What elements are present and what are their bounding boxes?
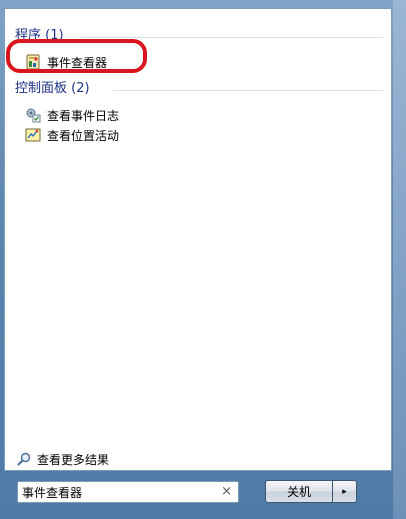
see-more-label: 查看更多结果 [37,452,110,467]
result-item-label: 事件查看器 [47,55,108,70]
see-more-results-link[interactable]: 查看更多结果 [17,450,109,468]
shutdown-options-arrow-icon[interactable]: ▸ [333,480,357,503]
start-menu-frame: 程序 (1) 事件查看器 控制面板 (2) 查看事件日志 查看位置活动 查看更多… [0,0,406,519]
search-icon [17,452,31,466]
programs-group-header: 程序 (1) [15,28,64,43]
result-item-view-event-logs[interactable]: 查看事件日志 [25,106,119,124]
clear-search-icon[interactable]: × [221,484,232,500]
search-results-panel: 程序 (1) 事件查看器 控制面板 (2) 查看事件日志 查看位置活动 查看更多… [4,8,392,471]
result-item-event-viewer[interactable]: 事件查看器 [25,53,107,71]
result-item-label: 查看位置活动 [47,128,120,143]
result-item-label: 查看事件日志 [47,108,120,123]
result-item-view-location-activity[interactable]: 查看位置活动 [25,126,119,144]
search-input[interactable] [18,485,216,499]
shutdown-button[interactable]: 关机 [265,480,333,503]
window-edge [393,0,406,519]
location-activity-icon [25,127,41,143]
start-search-box[interactable]: × [17,481,239,503]
programs-divider [81,37,383,38]
control-panel-group-header: 控制面板 (2) [15,81,90,96]
event-log-icon [25,107,41,123]
shutdown-controls: 关机 ▸ [265,480,357,503]
control-panel-divider [113,90,383,91]
event-viewer-icon [25,54,41,70]
